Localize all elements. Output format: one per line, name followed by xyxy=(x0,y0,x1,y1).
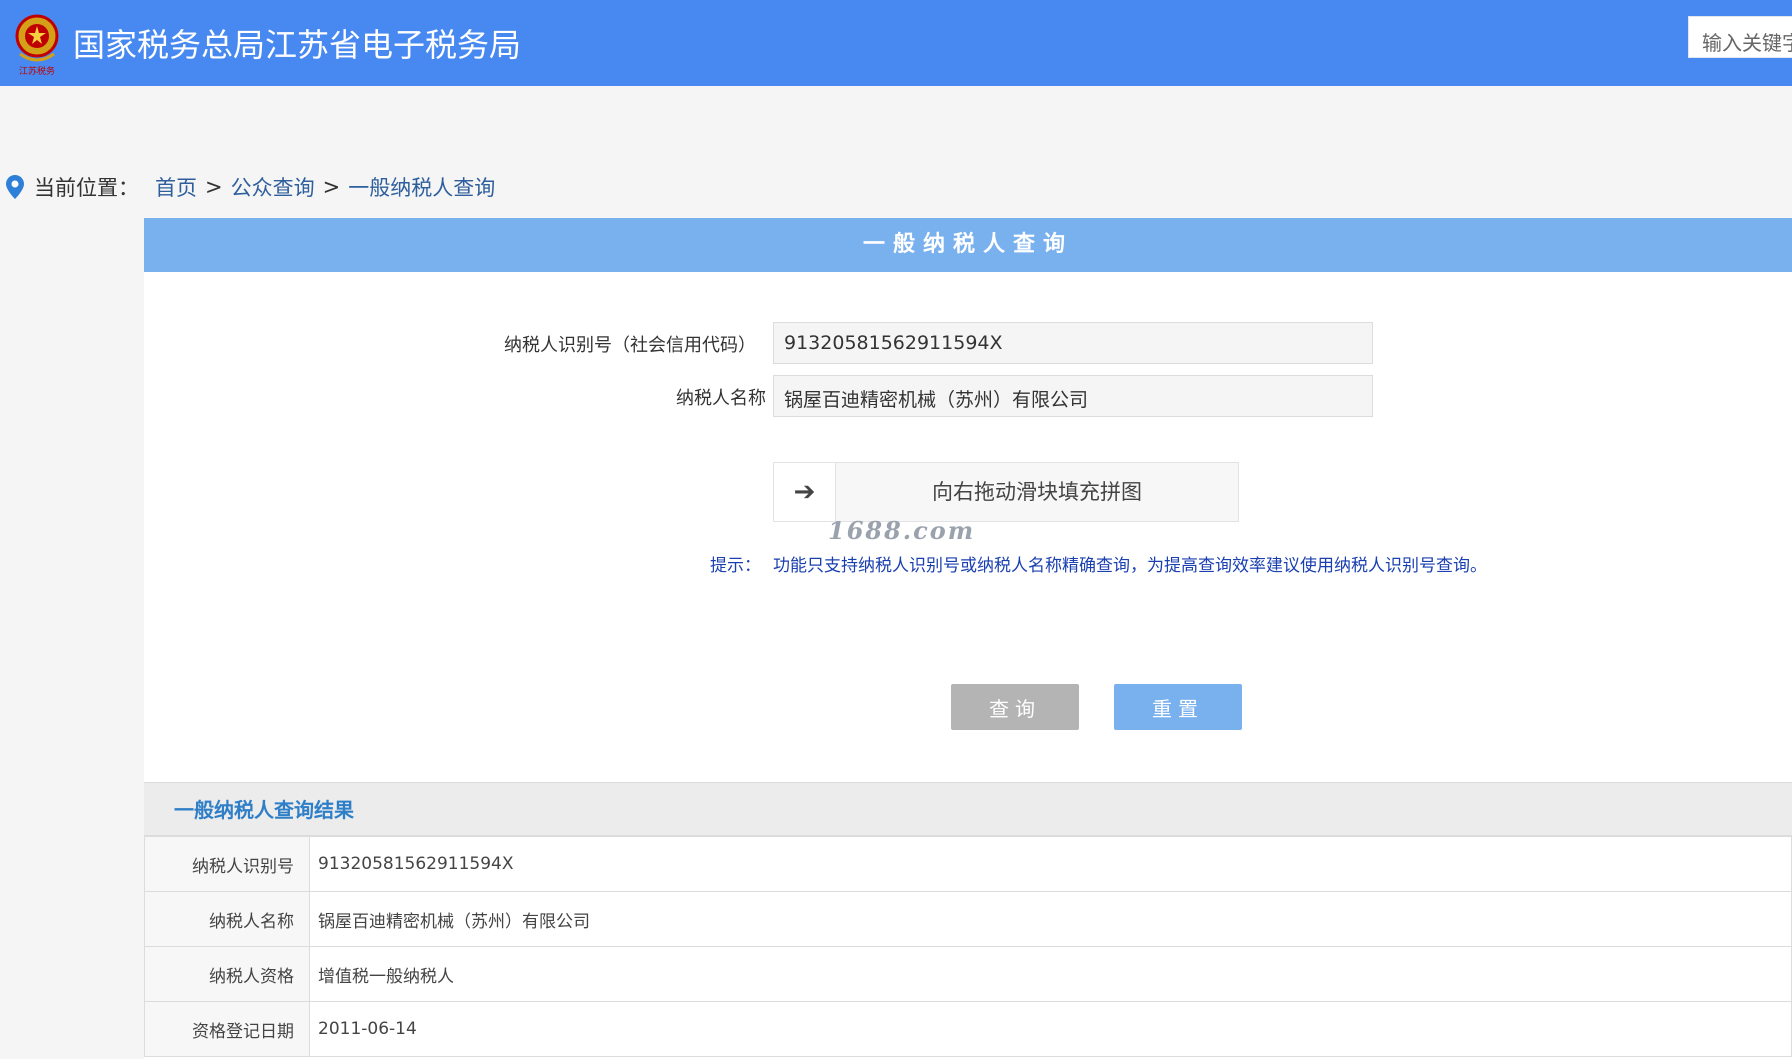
row-value: 2011-06-14 xyxy=(309,1001,1792,1057)
row-key: 资格登记日期 xyxy=(144,1001,310,1057)
table-row: 资格登记日期 2011-06-14 xyxy=(144,1001,1792,1057)
site-title: 国家税务总局江苏省电子税务局 xyxy=(73,26,522,64)
row-key: 纳税人名称 xyxy=(144,891,310,947)
top-header: 江苏税务 国家税务总局江苏省电子税务局 输入关键字 xyxy=(0,0,1792,86)
table-row: 纳税人资格 增值税一般纳税人 xyxy=(144,946,1792,1002)
table-row: 纳税人名称 锅屋百迪精密机械（苏州）有限公司 xyxy=(144,891,1792,947)
taxpayer-id-input[interactable]: 91320581562911594X xyxy=(773,322,1373,364)
arrow-right-icon: ➔ xyxy=(793,477,816,507)
breadcrumb-home-link[interactable]: 首页 xyxy=(155,172,197,202)
slider-handle[interactable]: ➔ xyxy=(774,463,836,521)
breadcrumb-separator: > xyxy=(322,175,341,199)
row-value: 锅屋百迪精密机械（苏州）有限公司 xyxy=(309,891,1792,947)
result-header: 一般纳税人查询结果 xyxy=(144,782,1792,836)
search-input[interactable]: 输入关键字 xyxy=(1688,16,1792,58)
query-button[interactable]: 查询 xyxy=(951,684,1079,730)
hint-text: 功能只支持纳税人识别号或纳税人名称精确查询，为提高查询效率建议使用纳税人识别号查… xyxy=(773,556,1487,576)
emblem-caption: 江苏税务 xyxy=(18,67,55,77)
breadcrumb-separator: > xyxy=(205,175,223,199)
table-row: 纳税人识别号 91320581562911594X xyxy=(144,836,1792,892)
location-pin-icon xyxy=(6,175,24,199)
taxpayer-name-label: 纳税人名称 xyxy=(676,388,766,409)
row-value: 增值税一般纳税人 xyxy=(309,946,1792,1002)
reset-button[interactable]: 重置 xyxy=(1114,684,1242,730)
breadcrumb-current: 一般纳税人查询 xyxy=(348,176,496,200)
captcha-slider[interactable]: ➔ 向右拖动滑块填充拼图 xyxy=(773,462,1239,522)
slider-instruction: 向右拖动滑块填充拼图 xyxy=(932,480,1142,504)
row-value: 91320581562911594X xyxy=(309,836,1792,892)
panel-title: 一般纳税人查询 xyxy=(144,218,1792,272)
breadcrumb-public-query-link[interactable]: 公众查询 xyxy=(231,172,315,202)
breadcrumb-label: 当前位置： xyxy=(34,176,139,200)
row-key: 纳税人资格 xyxy=(144,946,310,1002)
taxpayer-id-label: 纳税人识别号（社会信用代码） xyxy=(504,335,756,356)
taxpayer-name-input[interactable]: 锅屋百迪精密机械（苏州）有限公司 xyxy=(773,375,1373,417)
row-key: 纳税人识别号 xyxy=(144,836,310,892)
watermark: 1688.com xyxy=(828,516,976,545)
breadcrumb: 当前位置： 首页 > 公众查询 > 一般纳税人查询 xyxy=(6,172,495,202)
hint-label: 提示： xyxy=(710,556,761,576)
result-table: 纳税人识别号 91320581562911594X 纳税人名称 锅屋百迪精密机械… xyxy=(144,836,1792,1057)
tax-emblem-icon xyxy=(15,14,59,62)
result-title: 一般纳税人查询结果 xyxy=(174,798,354,822)
